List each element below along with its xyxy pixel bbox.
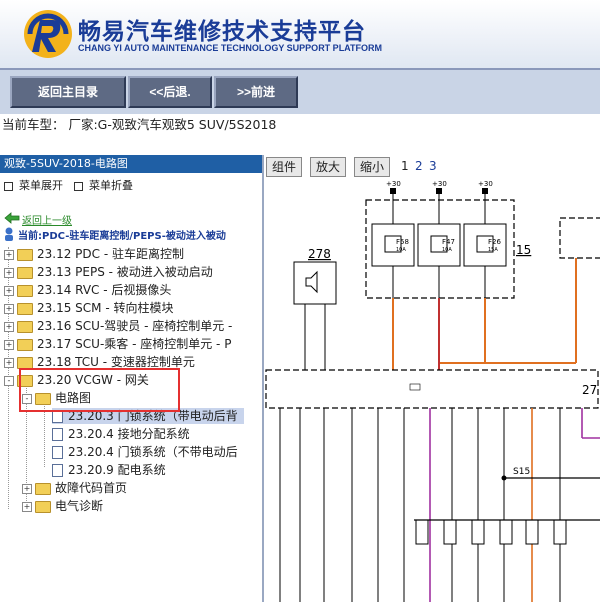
expand-plus-icon: + bbox=[4, 321, 14, 332]
folder-icon bbox=[17, 302, 33, 315]
folder-icon bbox=[35, 500, 51, 513]
tree-label: 故障代码首页 bbox=[55, 481, 128, 495]
tree-label: 23.14 RVC - 后视摄像头 bbox=[37, 283, 172, 297]
collapse-icon bbox=[74, 181, 83, 191]
collapse-minus-icon: - bbox=[4, 375, 14, 386]
folder-icon bbox=[35, 482, 51, 495]
label-15a: 15A bbox=[488, 247, 498, 253]
header-banner: 畅易汽车维修技术支持平台 CHANG YI AUTO MAINTENANCE T… bbox=[0, 0, 600, 68]
brand-title: 畅易汽车维修技术支持平台 bbox=[78, 19, 366, 45]
document-icon bbox=[52, 446, 63, 459]
label-s15: S15 bbox=[513, 467, 530, 477]
tree-label: 23.20.9 配电系统 bbox=[68, 463, 166, 477]
label-10a-2: 10A bbox=[442, 247, 452, 253]
panel-title: 观致-5SUV-2018-电路图 bbox=[0, 155, 262, 173]
tree-label: 23.16 SCU-驾驶员 - 座椅控制单元 - bbox=[37, 319, 233, 333]
folder-icon bbox=[17, 356, 33, 369]
logo-icon bbox=[24, 10, 72, 58]
zoom-out-button[interactable]: 缩小 bbox=[354, 157, 391, 177]
label-f58: F58 bbox=[396, 238, 409, 246]
folder-icon bbox=[17, 320, 33, 333]
tree-item-electrical-diagnosis[interactable]: + 电气诊断 bbox=[22, 498, 103, 514]
folder-icon bbox=[17, 248, 33, 261]
tree-label: 23.12 PDC - 驻车距离控制 bbox=[37, 247, 184, 261]
tree-label: 23.18 TCU - 变速器控制单元 bbox=[37, 355, 195, 369]
expand-plus-icon: + bbox=[4, 339, 14, 350]
menu-collapse[interactable]: 菜单折叠 bbox=[74, 177, 133, 193]
tab-components[interactable]: 组件 bbox=[266, 157, 303, 177]
label-p30b: +30 bbox=[432, 180, 447, 188]
label-p30a: +30 bbox=[386, 180, 401, 188]
expand-plus-icon: + bbox=[4, 249, 14, 260]
label-f47: F47 bbox=[442, 238, 455, 246]
tree-label: 23.20.4 接地分配系统 bbox=[68, 427, 190, 441]
folder-icon bbox=[17, 266, 33, 279]
label-10a-1: 10A bbox=[396, 247, 406, 253]
tree-doc-power-distribution[interactable]: 23.20.9 配电系统 bbox=[52, 462, 166, 478]
expand-plus-icon: + bbox=[22, 501, 32, 512]
current-vehicle: 当前车型： 厂家:G-观致汽车观致5 SUV/5S2018 bbox=[2, 117, 277, 132]
label-15: 15 bbox=[516, 243, 531, 257]
terminal bbox=[436, 188, 442, 194]
current-path: 当前:PDC-驻车距离控制/PEPS-被动进入被动 bbox=[18, 231, 226, 242]
tree-item-dtc-home[interactable]: + 故障代码首页 bbox=[22, 480, 127, 496]
expand-plus-icon: + bbox=[4, 303, 14, 314]
tree-doc-lock-no-power-tailgate[interactable]: 23.20.4 门锁系统（不带电动后 bbox=[52, 444, 238, 460]
brand-subtitle: CHANG YI AUTO MAINTENANCE TECHNOLOGY SUP… bbox=[78, 43, 383, 53]
tree-label: 23.13 PEPS - 被动进入被动启动 bbox=[37, 265, 213, 279]
tree-item-pdc[interactable]: +23.12 PDC - 驻车距离控制 bbox=[4, 246, 184, 262]
back-arrow-icon bbox=[4, 212, 20, 224]
folder-icon bbox=[17, 284, 33, 297]
tree-item-scu-passenger[interactable]: +23.17 SCU-乘客 - 座椅控制单元 - P bbox=[4, 336, 231, 352]
document-icon bbox=[52, 428, 63, 441]
label-27: 27 bbox=[582, 383, 597, 397]
expand-plus-icon: + bbox=[4, 357, 14, 368]
menu-expand-label: 菜单展开 bbox=[19, 179, 63, 192]
label-f26: F26 bbox=[488, 238, 501, 246]
gateway-box bbox=[265, 369, 599, 409]
menu-expand[interactable]: 菜单展开 bbox=[4, 177, 63, 193]
highlight-box bbox=[19, 368, 180, 412]
expand-plus-icon: + bbox=[4, 267, 14, 278]
tree-doc-ground-distribution[interactable]: 23.20.4 接地分配系统 bbox=[52, 426, 190, 442]
forward-button[interactable]: >>前进 bbox=[214, 76, 298, 108]
back-button[interactable]: <<后退. bbox=[128, 76, 212, 108]
circuit-diagram[interactable]: +30 +30 +30 F58 10A F47 10A F26 15A 15 2… bbox=[264, 178, 600, 602]
label-p30c: +30 bbox=[478, 180, 493, 188]
expand-plus-icon: + bbox=[22, 483, 32, 494]
info-person-icon bbox=[5, 227, 13, 241]
home-button[interactable]: 返回主目录 bbox=[10, 76, 126, 108]
terminal bbox=[390, 188, 396, 194]
page-2-link[interactable]: 2 bbox=[415, 157, 423, 175]
tree-label: 23.17 SCU-乘客 - 座椅控制单元 - P bbox=[37, 337, 232, 351]
document-icon bbox=[52, 464, 63, 477]
page-3-link[interactable]: 3 bbox=[429, 157, 437, 175]
zoom-in-button[interactable]: 放大 bbox=[310, 157, 347, 177]
expand-plus-icon: + bbox=[4, 285, 14, 296]
nav-bar: 返回主目录 <<后退. >>前进 bbox=[0, 68, 600, 114]
folder-icon bbox=[17, 338, 33, 351]
page-1-link[interactable]: 1 bbox=[401, 157, 409, 175]
terminal bbox=[482, 188, 488, 194]
tree-item-rvc[interactable]: +23.14 RVC - 后视摄像头 bbox=[4, 282, 171, 298]
label-278: 278 bbox=[308, 247, 331, 261]
tree-label: 23.20.4 门锁系统（不带电动后 bbox=[68, 445, 238, 459]
tree-item-scu-driver[interactable]: +23.16 SCU-驾驶员 - 座椅控制单元 - bbox=[4, 318, 232, 334]
tree-label: 23.15 SCM - 转向柱模块 bbox=[37, 301, 174, 315]
menu-collapse-label: 菜单折叠 bbox=[89, 179, 133, 192]
tree-item-scm[interactable]: +23.15 SCM - 转向柱模块 bbox=[4, 300, 173, 316]
tree-item-peps[interactable]: +23.13 PEPS - 被动进入被动启动 bbox=[4, 264, 213, 280]
up-level-link[interactable]: 返回上一级 bbox=[22, 212, 72, 227]
expand-icon bbox=[4, 181, 13, 191]
speaker-box bbox=[293, 261, 337, 305]
tree-label: 电气诊断 bbox=[55, 499, 104, 513]
